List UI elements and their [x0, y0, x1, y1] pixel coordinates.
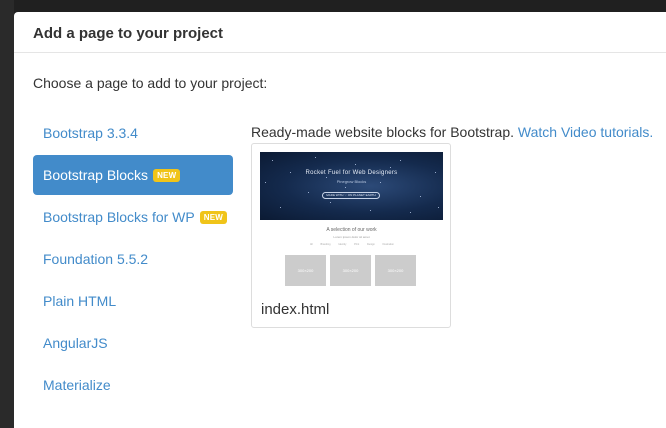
framework-list: Bootstrap 3.3.4 Bootstrap Blocks NEW Boo…	[33, 113, 233, 407]
framework-item-label: AngularJS	[43, 335, 108, 351]
thumbnail-section-subtitle: Lorem ipsum dolor sit amet	[333, 235, 370, 239]
add-page-dialog: Add a page to your project Choose a page…	[14, 12, 666, 428]
content-lead: Ready-made website blocks for Bootstrap.…	[251, 124, 653, 140]
thumbnail-star	[272, 160, 273, 161]
thumbnail-star	[315, 157, 316, 158]
thumbnail-filter: Design	[367, 243, 375, 246]
thumbnail-filter: Branding	[320, 243, 331, 246]
template-thumbnail: Rocket Fuel for Web Designers Pinegrow B…	[260, 152, 443, 292]
thumbnail-hero-title: Rocket Fuel for Web Designers	[305, 170, 398, 176]
thumbnail-star	[390, 167, 391, 168]
thumbnail-star	[420, 196, 421, 197]
page-template-card[interactable]: Rocket Fuel for Web Designers Pinegrow B…	[251, 143, 451, 328]
framework-item-label: Plain HTML	[43, 293, 117, 309]
framework-item-bootstrap-blocks-wp[interactable]: Bootstrap Blocks for WP NEW	[33, 197, 233, 237]
thumbnail-tile: 300×200	[285, 255, 326, 286]
thumbnail-star	[435, 172, 436, 173]
thumbnail-filter: Print	[354, 243, 360, 246]
thumbnail-star	[330, 202, 331, 203]
thumbnail-star	[380, 182, 381, 183]
framework-item-plain-html[interactable]: Plain HTML	[33, 281, 233, 321]
modal-backdrop	[0, 0, 14, 428]
template-filename: index.html	[261, 301, 330, 318]
thumbnail-star	[265, 182, 266, 183]
thumbnail-filter: All	[310, 243, 313, 246]
thumbnail-star	[280, 207, 281, 208]
dialog-title: Add a page to your project	[33, 25, 224, 42]
framework-item-label: Foundation 5.5.2	[43, 251, 149, 267]
thumbnail-star	[290, 172, 291, 173]
thumbnail-star	[355, 164, 356, 165]
thumbnail-tiles: 300×200 300×200 300×200	[285, 255, 416, 286]
thumbnail-star	[345, 187, 346, 188]
thumbnail-filter: Identity	[338, 243, 347, 246]
thumbnail-tile: 300×200	[330, 255, 371, 286]
thumbnail-filters: All Branding Identity Print Design Illus…	[310, 243, 394, 246]
thumbnail-star	[308, 192, 309, 193]
framework-item-foundation[interactable]: Foundation 5.5.2	[33, 239, 233, 279]
thumbnail-star	[410, 212, 411, 213]
thumbnail-star	[438, 207, 439, 208]
thumbnail-star	[370, 210, 371, 211]
video-tutorials-link[interactable]: Watch Video tutorials.	[518, 124, 653, 140]
new-badge: NEW	[153, 168, 181, 182]
new-badge: NEW	[199, 210, 227, 224]
thumbnail-star	[400, 160, 401, 161]
lead-text: Ready-made website blocks for Bootstrap.	[251, 124, 515, 140]
thumbnail-hero-button: MADE WITH ♡ ON PLANET EARTH	[322, 192, 380, 199]
framework-item-materialize[interactable]: Materialize	[33, 365, 233, 405]
thumbnail-section-title: A selection of our work	[326, 227, 377, 233]
framework-item-bootstrap[interactable]: Bootstrap 3.3.4	[33, 113, 233, 153]
framework-item-label: Bootstrap Blocks for WP	[43, 209, 195, 225]
thumbnail-star	[326, 177, 327, 178]
framework-item-angularjs[interactable]: AngularJS	[33, 323, 233, 363]
framework-item-label: Materialize	[43, 377, 111, 393]
thumbnail-tile: 300×200	[375, 255, 416, 286]
thumbnail-filter: Illustration	[382, 243, 394, 246]
framework-item-label: Bootstrap Blocks	[43, 167, 149, 183]
framework-item-bootstrap-blocks[interactable]: Bootstrap Blocks NEW	[33, 155, 233, 195]
dialog-header: Add a page to your project	[14, 12, 666, 53]
framework-item-label: Bootstrap 3.3.4	[43, 125, 138, 141]
dialog-prompt: Choose a page to add to your project:	[33, 75, 268, 91]
thumbnail-hero: Rocket Fuel for Web Designers Pinegrow B…	[260, 152, 443, 220]
thumbnail-hero-subtitle: Pinegrow Blocks	[336, 179, 367, 184]
